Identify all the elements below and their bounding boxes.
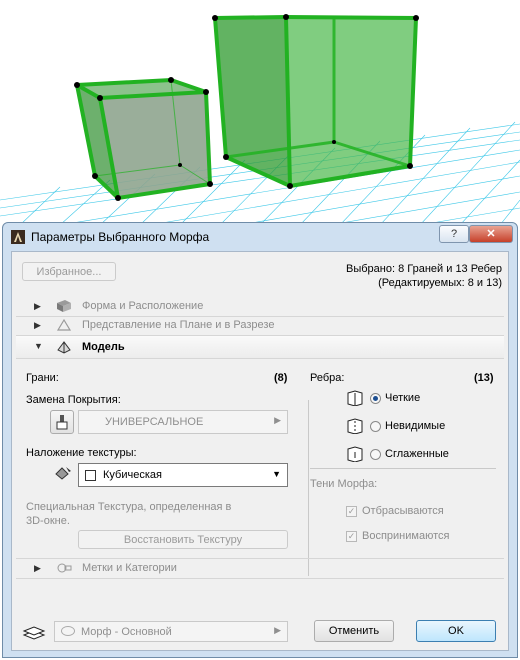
edges-hidden-radio[interactable] — [370, 421, 381, 432]
section-plan-label: Представление на Плане и в Разрезе — [82, 319, 275, 331]
edges-hidden-label: Невидимые — [385, 420, 446, 432]
shape-icon — [57, 300, 71, 312]
hidden-edges-icon — [347, 418, 363, 434]
chevron-right-icon: ▶ — [274, 415, 281, 425]
chevron-down-icon: ▼ — [272, 469, 281, 479]
sharp-edges-icon — [347, 390, 363, 406]
archicad-icon — [11, 230, 25, 244]
dialog-body: Избранное... Выбрано: 8 Граней и 13 Ребе… — [11, 251, 509, 651]
morph-settings-dialog: Параметры Выбранного Морфа ? ✕ Избранное… — [2, 222, 518, 658]
chevron-right-icon: ▶ — [274, 625, 281, 635]
texture-mapping-icon — [55, 467, 71, 480]
large-morph-cube[interactable] — [212, 14, 419, 189]
expand-arrow-icon: ▶ — [34, 563, 41, 573]
plan-section-icon — [56, 318, 72, 331]
layers-icon — [22, 626, 46, 640]
override-label: Замена Покрытия: — [26, 394, 121, 406]
edges-count: (13) — [474, 372, 494, 384]
favorites-button[interactable]: Избранное... — [22, 262, 116, 281]
override-toggle-button[interactable] — [50, 410, 74, 434]
expand-arrow-icon: ▶ — [34, 320, 41, 330]
layer-value: Морф - Основной — [81, 626, 172, 638]
selection-info: Выбрано: 8 Граней и 13 Ребер (Редактируе… — [346, 262, 502, 290]
section-tags-header[interactable]: ▶ Метки и Категории — [16, 558, 504, 579]
smooth-edges-icon — [347, 446, 363, 462]
small-morph-cube[interactable] — [74, 77, 213, 201]
texture-note: Специальная Текстура, определенная в 3D-… — [26, 501, 232, 527]
section-model-label: Модель — [82, 341, 125, 353]
collapse-arrow-icon: ▼ — [34, 341, 43, 351]
selection-count: Выбрано: 8 Граней и 13 Ребер — [346, 263, 502, 275]
faces-label: Грани: — [26, 372, 59, 384]
close-button[interactable]: ✕ — [469, 225, 513, 243]
cube-icon — [85, 470, 96, 481]
texture-mapping-dropdown[interactable]: Кубическая ▼ — [78, 463, 288, 487]
tag-icon — [57, 563, 72, 573]
surface-override-field[interactable]: УНИВЕРСАЛЬНОЕ ▶ — [78, 410, 288, 434]
edges-sharp-radio[interactable] — [370, 393, 381, 404]
cast-shadows-label: Отбрасываются — [362, 505, 444, 517]
ok-button[interactable]: OK — [416, 620, 496, 642]
section-plan-header[interactable]: ▶ Представление на Плане и в Разрезе — [16, 316, 504, 336]
edges-smooth-radio[interactable] — [370, 449, 381, 460]
faces-count: (8) — [274, 372, 288, 384]
3d-scene[interactable] — [0, 0, 520, 225]
texture-label: Наложение текстуры: — [26, 447, 137, 459]
cast-shadows-checkbox[interactable]: ✓ — [346, 506, 357, 517]
surface-override-value: УНИВЕРСАЛЬНОЕ — [105, 416, 204, 428]
edges-smooth-label: Сглаженные — [385, 448, 449, 460]
section-model-header[interactable]: ▼ Модель — [16, 336, 504, 359]
edges-sharp-label: Четкие — [385, 392, 421, 404]
shadows-label: Тени Морфа: — [310, 478, 378, 490]
receive-shadows-label: Воспринимаются — [362, 530, 450, 542]
3d-viewport[interactable] — [0, 0, 520, 225]
cancel-button[interactable]: Отменить — [314, 620, 394, 642]
edges-label: Ребра: — [310, 372, 345, 384]
brush-icon — [56, 415, 68, 430]
eye-icon — [61, 626, 75, 636]
title-bar[interactable]: Параметры Выбранного Морфа ? ✕ — [3, 223, 517, 251]
section-shape-label: Форма и Расположение — [82, 300, 204, 312]
layer-field[interactable]: Морф - Основной ▶ — [54, 621, 288, 642]
column-divider — [308, 400, 309, 576]
section-tags-label: Метки и Категории — [82, 562, 177, 574]
receive-shadows-checkbox[interactable]: ✓ — [346, 531, 357, 542]
section-shape-header[interactable]: ▶ Форма и Расположение — [16, 297, 504, 317]
reset-texture-button[interactable]: Восстановить Текстуру — [78, 530, 288, 549]
model-icon — [57, 341, 71, 354]
expand-arrow-icon: ▶ — [34, 301, 41, 311]
help-button[interactable]: ? — [439, 225, 469, 243]
texture-mapping-value: Кубическая — [103, 469, 162, 481]
editable-count: (Редактируемых: 8 и 13) — [378, 277, 502, 289]
dialog-title: Параметры Выбранного Морфа — [31, 230, 210, 244]
shadows-divider — [310, 468, 496, 469]
